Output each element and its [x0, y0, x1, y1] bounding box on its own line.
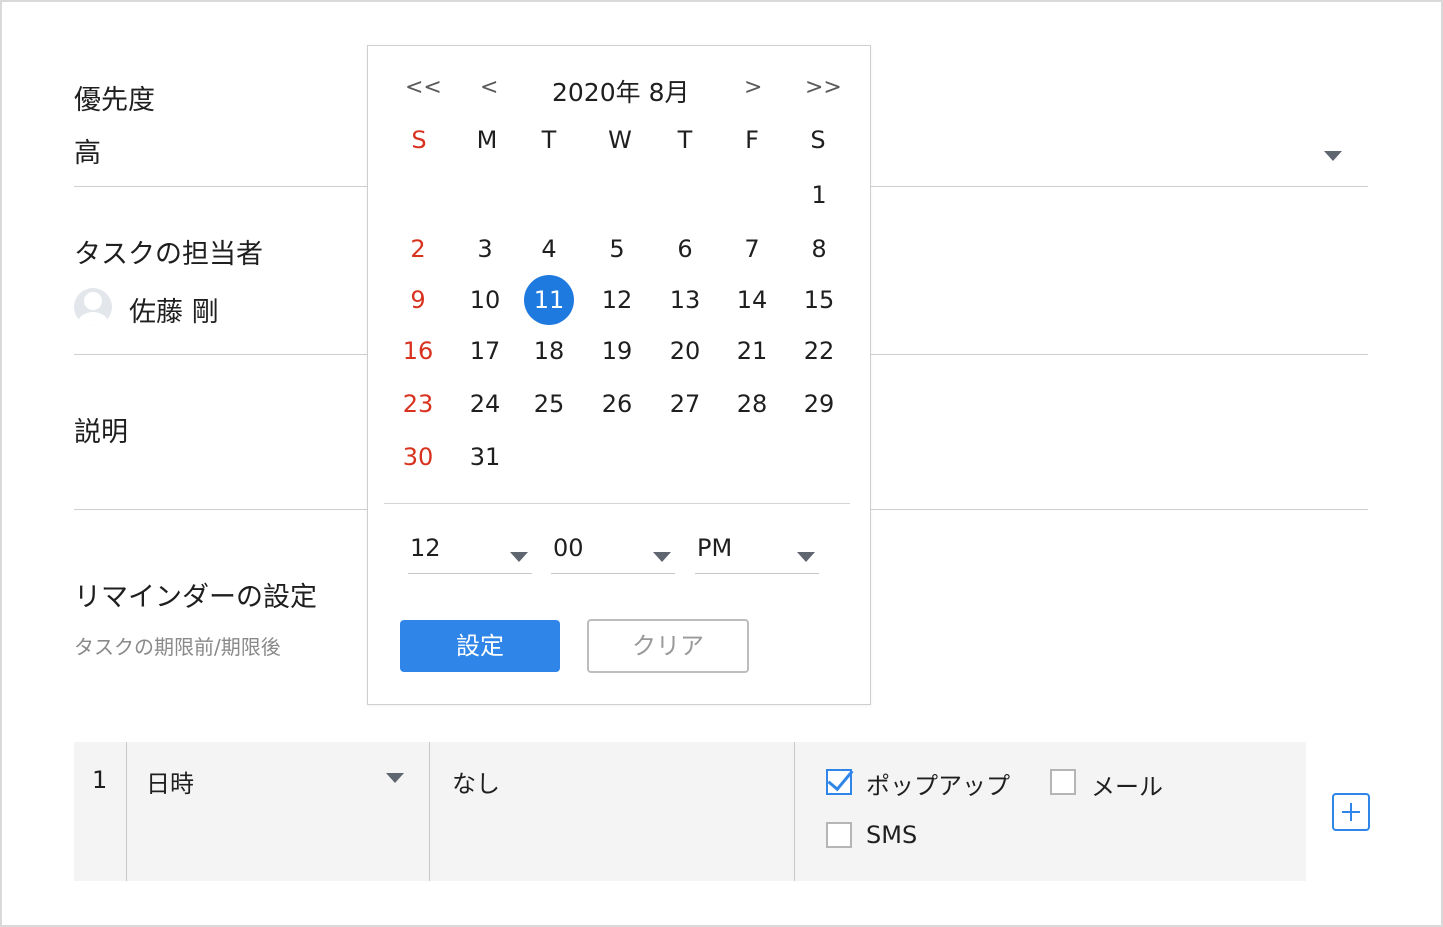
calendar-day[interactable]: 17 — [460, 326, 510, 376]
minute-select[interactable]: 00 — [551, 534, 675, 574]
calendar-day[interactable]: 12 — [592, 275, 642, 325]
weekday-label: F — [745, 126, 759, 154]
calendar-day[interactable]: 1 — [794, 170, 844, 220]
reminder-sublabel: タスクの期限前/期限後 — [74, 635, 281, 659]
calendar-day[interactable]: 19 — [592, 326, 642, 376]
priority-dropdown-icon[interactable] — [1324, 151, 1342, 161]
set-button[interactable]: 設定 — [400, 620, 560, 672]
priority-value[interactable]: 高 — [74, 131, 101, 170]
calendar-day[interactable]: 28 — [727, 379, 777, 429]
avatar-icon — [74, 288, 112, 326]
minute-value: 00 — [553, 534, 584, 562]
popup-option-label: ポップアップ — [866, 772, 1010, 800]
prev-year-button[interactable]: << — [405, 75, 442, 100]
weekday-label: S — [411, 126, 427, 154]
reminder-type-select[interactable]: 日時 — [146, 764, 194, 799]
calendar-day[interactable]: 2 — [393, 224, 443, 274]
sms-checkbox[interactable] — [826, 822, 852, 848]
clear-button[interactable]: クリア — [587, 619, 749, 673]
calendar-day[interactable]: 6 — [660, 224, 710, 274]
calendar-day[interactable]: 26 — [592, 379, 642, 429]
picker-divider — [384, 503, 850, 504]
calendar-day[interactable]: 14 — [727, 275, 777, 325]
calendar-day[interactable]: 7 — [727, 224, 777, 274]
assignee-label: タスクの担当者 — [74, 239, 263, 270]
calendar-day[interactable]: 20 — [660, 326, 710, 376]
calendar-day[interactable]: 31 — [460, 432, 510, 482]
hour-value: 12 — [410, 534, 441, 562]
calendar-day[interactable]: 10 — [460, 275, 510, 325]
reminder-label: リマインダーの設定 — [74, 582, 317, 613]
calendar-day[interactable]: 25 — [524, 379, 574, 429]
calendar-day[interactable]: 18 — [524, 326, 574, 376]
calendar-day[interactable]: 22 — [794, 326, 844, 376]
month-title: 2020年 8月 — [552, 78, 690, 107]
hour-dropdown-icon — [510, 552, 528, 562]
weekday-label: T — [541, 126, 557, 154]
sms-option-label: SMS — [866, 821, 918, 849]
calendar-day[interactable]: 23 — [393, 379, 443, 429]
weekday-label: T — [677, 126, 693, 154]
ampm-select[interactable]: PM — [695, 534, 819, 574]
calendar-day[interactable]: 16 — [393, 326, 443, 376]
ampm-dropdown-icon — [797, 552, 815, 562]
ampm-value: PM — [697, 534, 733, 562]
calendar-day-selected[interactable]: 11 — [524, 275, 574, 325]
calendar-day[interactable]: 15 — [794, 275, 844, 325]
email-checkbox[interactable] — [1050, 769, 1076, 795]
email-option-label: メール — [1091, 773, 1163, 801]
calendar-day[interactable]: 8 — [794, 224, 844, 274]
next-year-button[interactable]: >> — [805, 75, 842, 100]
calendar-day[interactable]: 13 — [660, 275, 710, 325]
calendar-day[interactable]: 27 — [660, 379, 710, 429]
popup-checkbox[interactable] — [826, 769, 852, 795]
calendar-day[interactable]: 29 — [794, 379, 844, 429]
calendar-day[interactable]: 21 — [727, 326, 777, 376]
weekday-label: S — [810, 126, 826, 154]
calendar-day[interactable]: 5 — [592, 224, 642, 274]
description-label: 説明 — [74, 417, 128, 448]
next-month-button[interactable]: > — [744, 75, 762, 100]
calendar-day[interactable]: 4 — [524, 224, 574, 274]
add-reminder-button[interactable] — [1332, 793, 1370, 831]
minute-dropdown-icon — [653, 552, 671, 562]
reminder-value[interactable]: なし — [452, 764, 500, 799]
priority-label: 優先度 — [74, 85, 155, 116]
hour-select[interactable]: 12 — [408, 534, 532, 574]
reminder-index: 1 — [92, 766, 108, 794]
reminder-table-row: 1 日時 なし ポップアップ メール SMS — [74, 742, 1306, 881]
reminder-type-dropdown-icon[interactable] — [386, 773, 404, 783]
weekday-label: M — [476, 126, 498, 154]
calendar-day[interactable]: 3 — [460, 224, 510, 274]
calendar-day[interactable]: 9 — [393, 275, 443, 325]
calendar-day[interactable]: 24 — [460, 379, 510, 429]
assignee-name[interactable]: 佐藤 剛 — [129, 290, 219, 329]
weekday-label: W — [608, 126, 632, 154]
date-picker-popup: << < 2020年 8月 > >> S M T W T F S 1234567… — [367, 45, 871, 705]
prev-month-button[interactable]: < — [480, 75, 498, 100]
calendar-day[interactable]: 30 — [393, 432, 443, 482]
